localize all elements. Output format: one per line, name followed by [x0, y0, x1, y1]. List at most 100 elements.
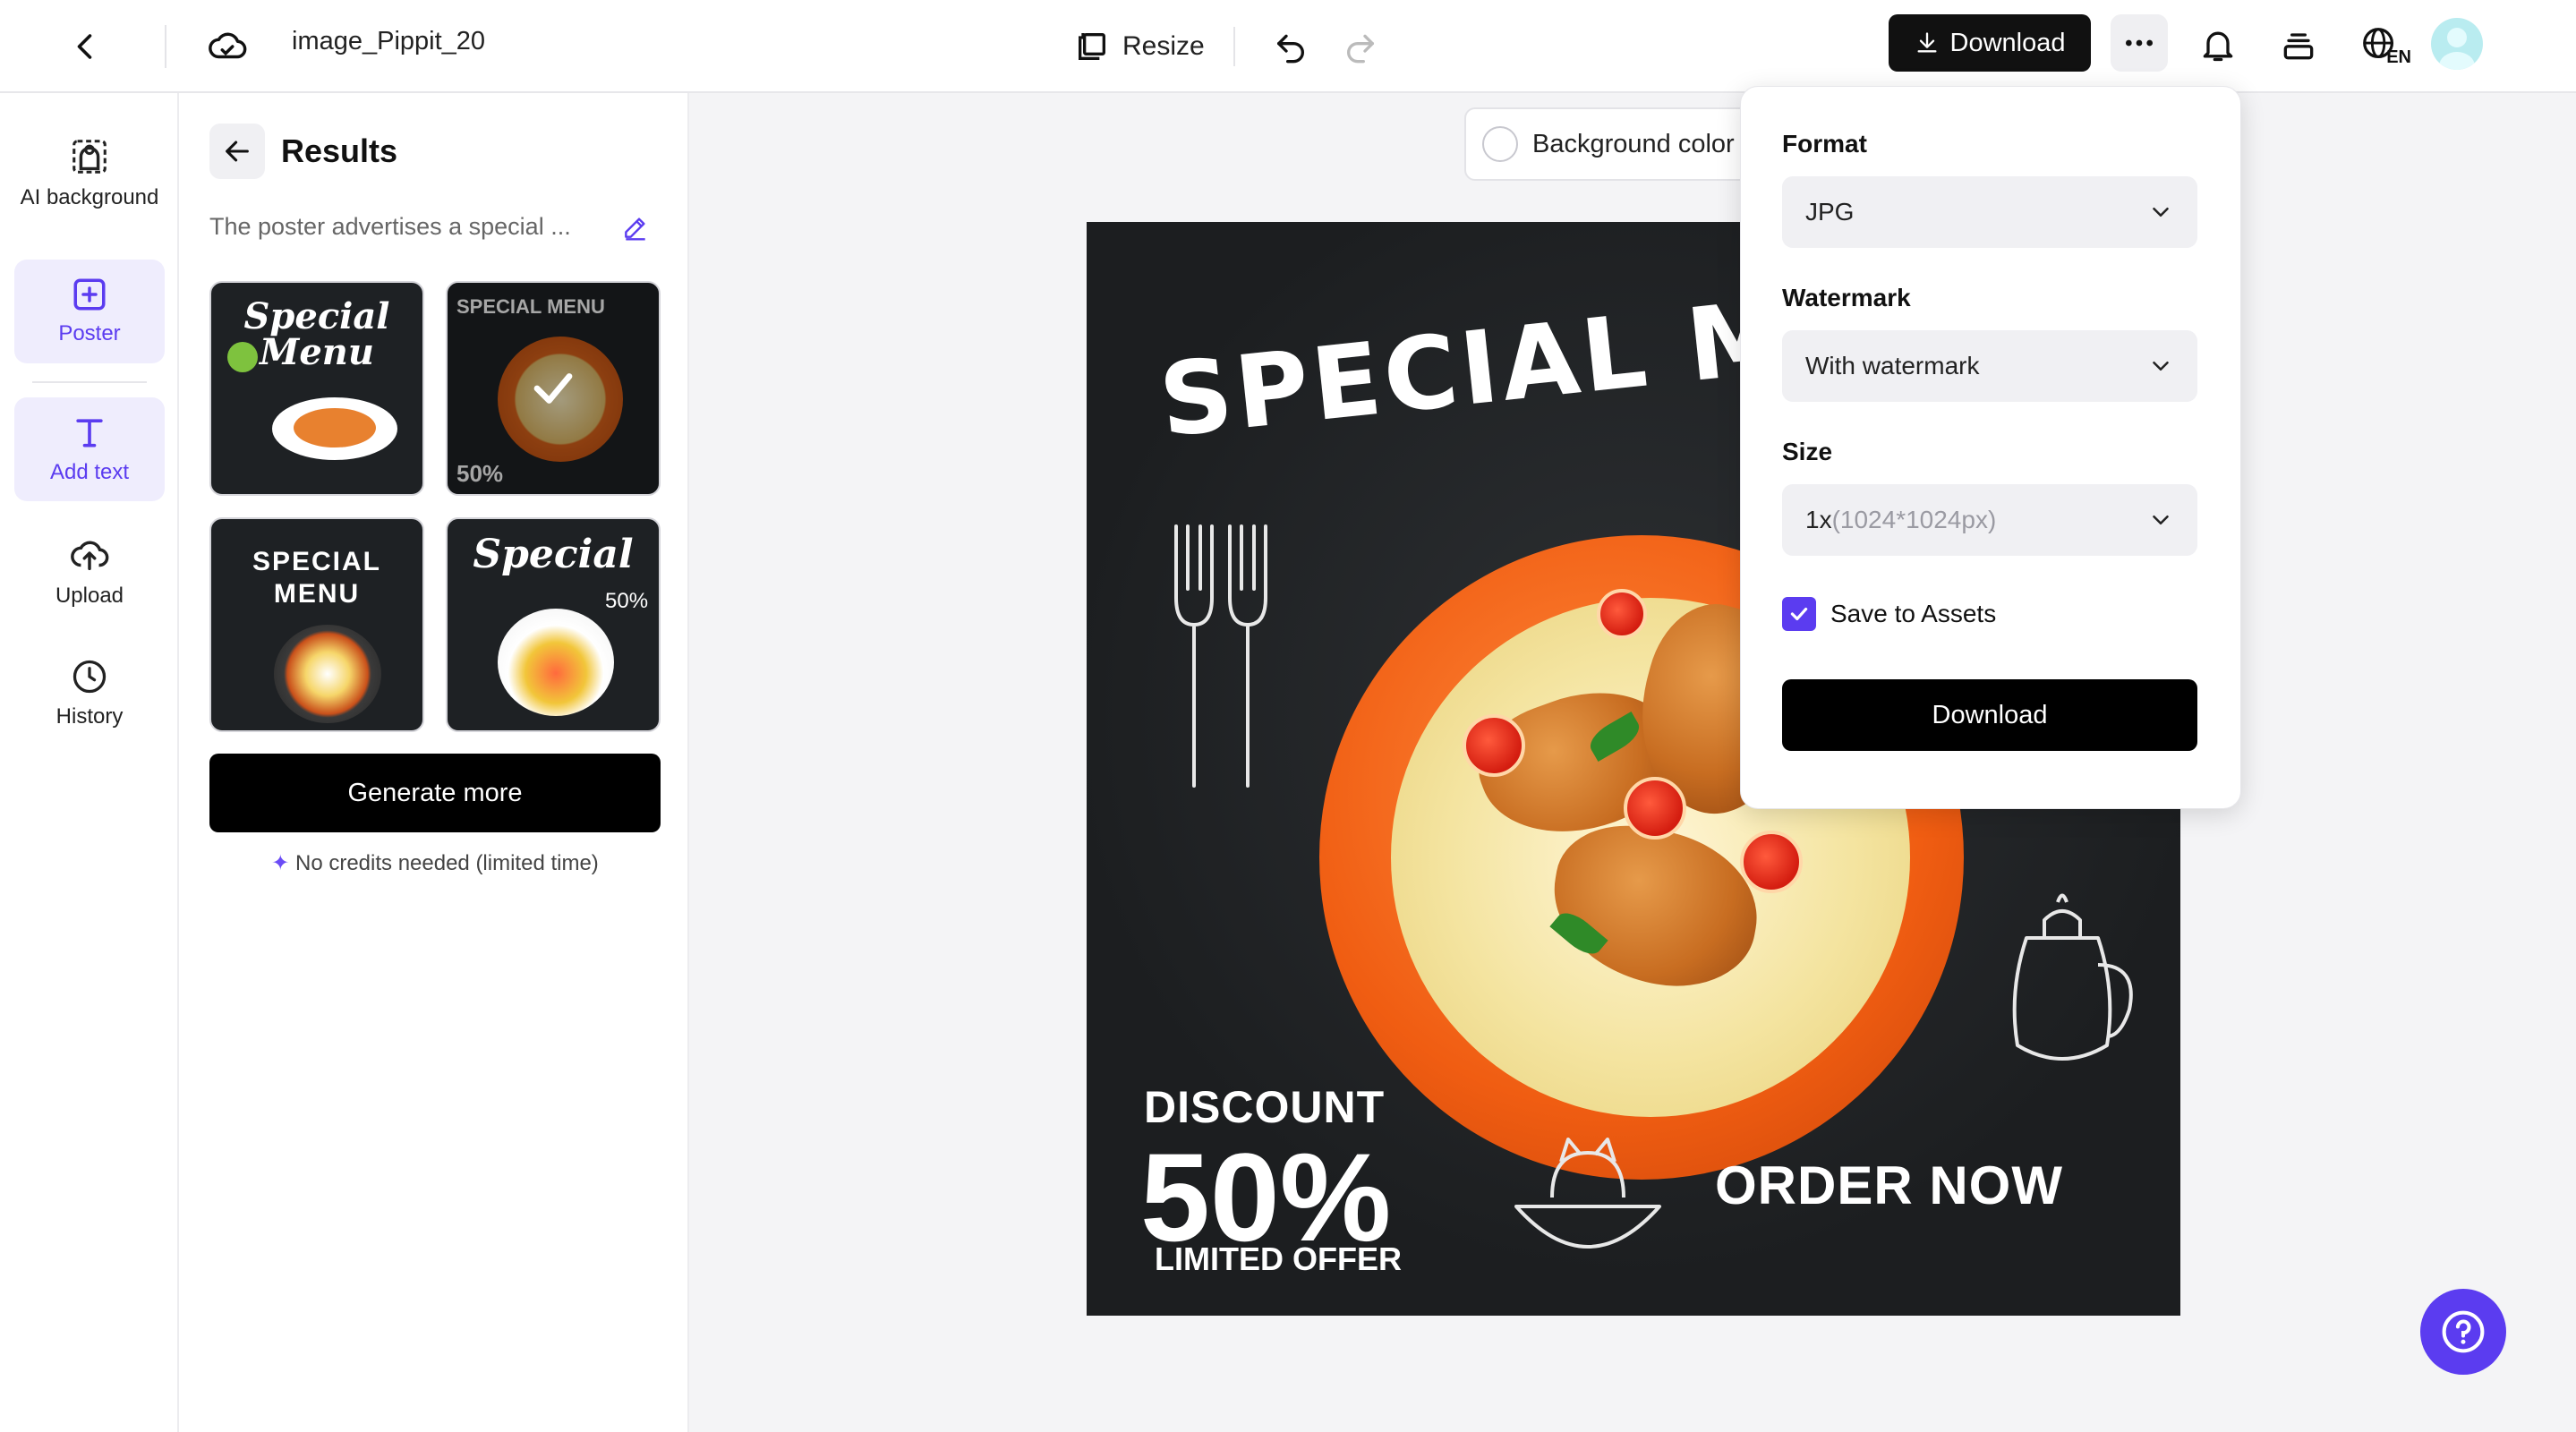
notifications-button[interactable] — [2189, 16, 2247, 73]
help-button[interactable] — [2420, 1289, 2506, 1375]
bowl-image — [498, 609, 614, 716]
prompt-text: The poster advertises a special ... — [209, 213, 571, 240]
divider — [165, 25, 166, 68]
edit-prompt-button[interactable] — [618, 209, 653, 245]
resize-icon — [1079, 33, 1105, 60]
divider — [1233, 27, 1235, 66]
poster-icon — [73, 278, 106, 311]
result-thumbnail-3[interactable]: SPECIAL MENU — [209, 517, 424, 732]
avatar[interactable] — [2431, 18, 2483, 70]
undo-icon — [1277, 34, 1304, 64]
rail-item-upload[interactable]: Upload — [14, 523, 165, 621]
rail-label: Poster — [58, 321, 121, 345]
results-panel: Results The poster advertises a special … — [179, 93, 689, 1432]
top-bar: image_Pippit_20 Resize Download EN — [0, 0, 2576, 93]
format-label: Format — [1782, 130, 1867, 158]
chevron-down-icon — [2153, 362, 2169, 371]
rail-item-add-text[interactable]: Add text — [14, 397, 165, 501]
checkbox-checked-icon — [1782, 597, 1816, 631]
tomato-slice — [1624, 777, 1686, 840]
ai-background-icon — [73, 140, 107, 174]
panel-title: Results — [281, 132, 398, 169]
layers-button[interactable] — [2270, 16, 2327, 73]
save-to-assets-checkbox[interactable]: Save to Assets — [1782, 597, 1996, 631]
resize-button[interactable]: Resize — [1065, 18, 1214, 75]
size-detail: (1024*1024px) — [1831, 506, 1997, 533]
fork-icon — [1174, 524, 1267, 788]
result-thumbnail-2[interactable]: SPECIAL MENU 50% — [446, 281, 661, 496]
teapot-icon — [2012, 893, 2133, 1061]
result-thumbnail-4[interactable]: Special 50% — [446, 517, 661, 732]
cloud-save-button[interactable] — [199, 18, 256, 75]
format-select[interactable]: JPG — [1782, 176, 2197, 248]
tomato-slice — [1463, 714, 1525, 777]
download-icon — [1917, 32, 1936, 53]
size-value: 1x — [1805, 506, 1832, 533]
redo-button[interactable] — [1332, 18, 1389, 75]
watermark-label: Watermark — [1782, 284, 1911, 311]
language-code: EN — [2386, 47, 2411, 67]
file-name[interactable]: image_Pippit_20 — [292, 27, 485, 56]
checkmark-icon — [533, 373, 573, 404]
selected-overlay — [448, 283, 659, 494]
lime-image — [227, 342, 258, 372]
undo-button[interactable] — [1262, 18, 1319, 75]
rail-label: Add text — [49, 460, 130, 484]
size-label: Size — [1782, 438, 1833, 465]
background-color-button[interactable]: Background color — [1464, 107, 1769, 181]
cloud-save-icon — [209, 32, 247, 59]
poster-limited-offer: LIMITED OFFER — [1155, 1240, 1402, 1277]
tool-rail: AI background Poster Add text Upload His… — [0, 93, 179, 1432]
back-button[interactable] — [57, 18, 115, 75]
save-to-assets-label: Save to Assets — [1830, 600, 1997, 627]
more-icon — [2126, 39, 2153, 47]
watermark-select[interactable]: With watermark — [1782, 330, 2197, 402]
download-button[interactable]: Download — [1889, 14, 2091, 72]
bowl-image — [274, 625, 381, 723]
poster-discount: DISCOUNT — [1144, 1082, 1386, 1132]
pencil-icon — [625, 217, 645, 241]
app-root: image_Pippit_20 Resize Download EN AI ba… — [0, 0, 2576, 1432]
upload-icon — [71, 541, 109, 571]
more-options-button[interactable] — [2111, 14, 2168, 72]
color-swatch — [1482, 126, 1518, 162]
food-image — [294, 408, 376, 448]
layers-icon — [2283, 33, 2314, 60]
credits-text: No credits needed (limited time) — [294, 851, 599, 875]
size-select[interactable]: 1x(1024*1024px) — [1782, 484, 2197, 556]
rail-item-poster[interactable]: Poster — [14, 260, 165, 363]
rail-item-history[interactable]: History — [14, 644, 165, 743]
bell-icon — [2203, 31, 2233, 62]
poster-cta: ORDER NOW — [1715, 1155, 2063, 1215]
language-button[interactable]: EN — [2349, 16, 2411, 73]
text-icon — [76, 419, 103, 448]
rail-label: Upload — [55, 584, 124, 608]
resize-label: Resize — [1122, 31, 1205, 61]
thumbnail-title: SPECIAL MENU — [252, 547, 382, 609]
tomato-slice — [1597, 589, 1647, 639]
popover-download-button[interactable]: Download — [1782, 679, 2197, 751]
download-popover: Format JPG Watermark With watermark Size… — [1740, 86, 2241, 809]
arrow-left-icon — [226, 141, 249, 162]
rail-item-ai-background[interactable]: AI background — [14, 120, 165, 227]
divider — [32, 381, 147, 383]
download-label: Download — [1949, 28, 2066, 57]
rail-label: AI background — [20, 185, 159, 209]
thumbnail-badge: 50% — [605, 589, 649, 613]
sparkle-icon: ✦ — [271, 851, 290, 875]
chevron-down-icon — [2153, 516, 2169, 524]
format-value: JPG — [1805, 198, 1855, 226]
question-icon — [2442, 1310, 2485, 1353]
generate-more-button[interactable]: Generate more — [209, 754, 661, 832]
thumbnail-title: Special — [473, 532, 634, 577]
results-back-button[interactable] — [209, 124, 265, 179]
redo-icon — [1347, 34, 1374, 64]
cat-bowl-icon — [1514, 1138, 1661, 1249]
background-color-label: Background color — [1532, 129, 1735, 158]
rail-label: History — [55, 704, 124, 729]
size-value-group: 1x(1024*1024px) — [1805, 506, 1996, 534]
history-icon — [73, 660, 107, 694]
chevron-left-icon — [77, 34, 92, 59]
result-thumbnail-1[interactable]: Special Menu — [209, 281, 424, 496]
watermark-value: With watermark — [1805, 352, 1980, 379]
